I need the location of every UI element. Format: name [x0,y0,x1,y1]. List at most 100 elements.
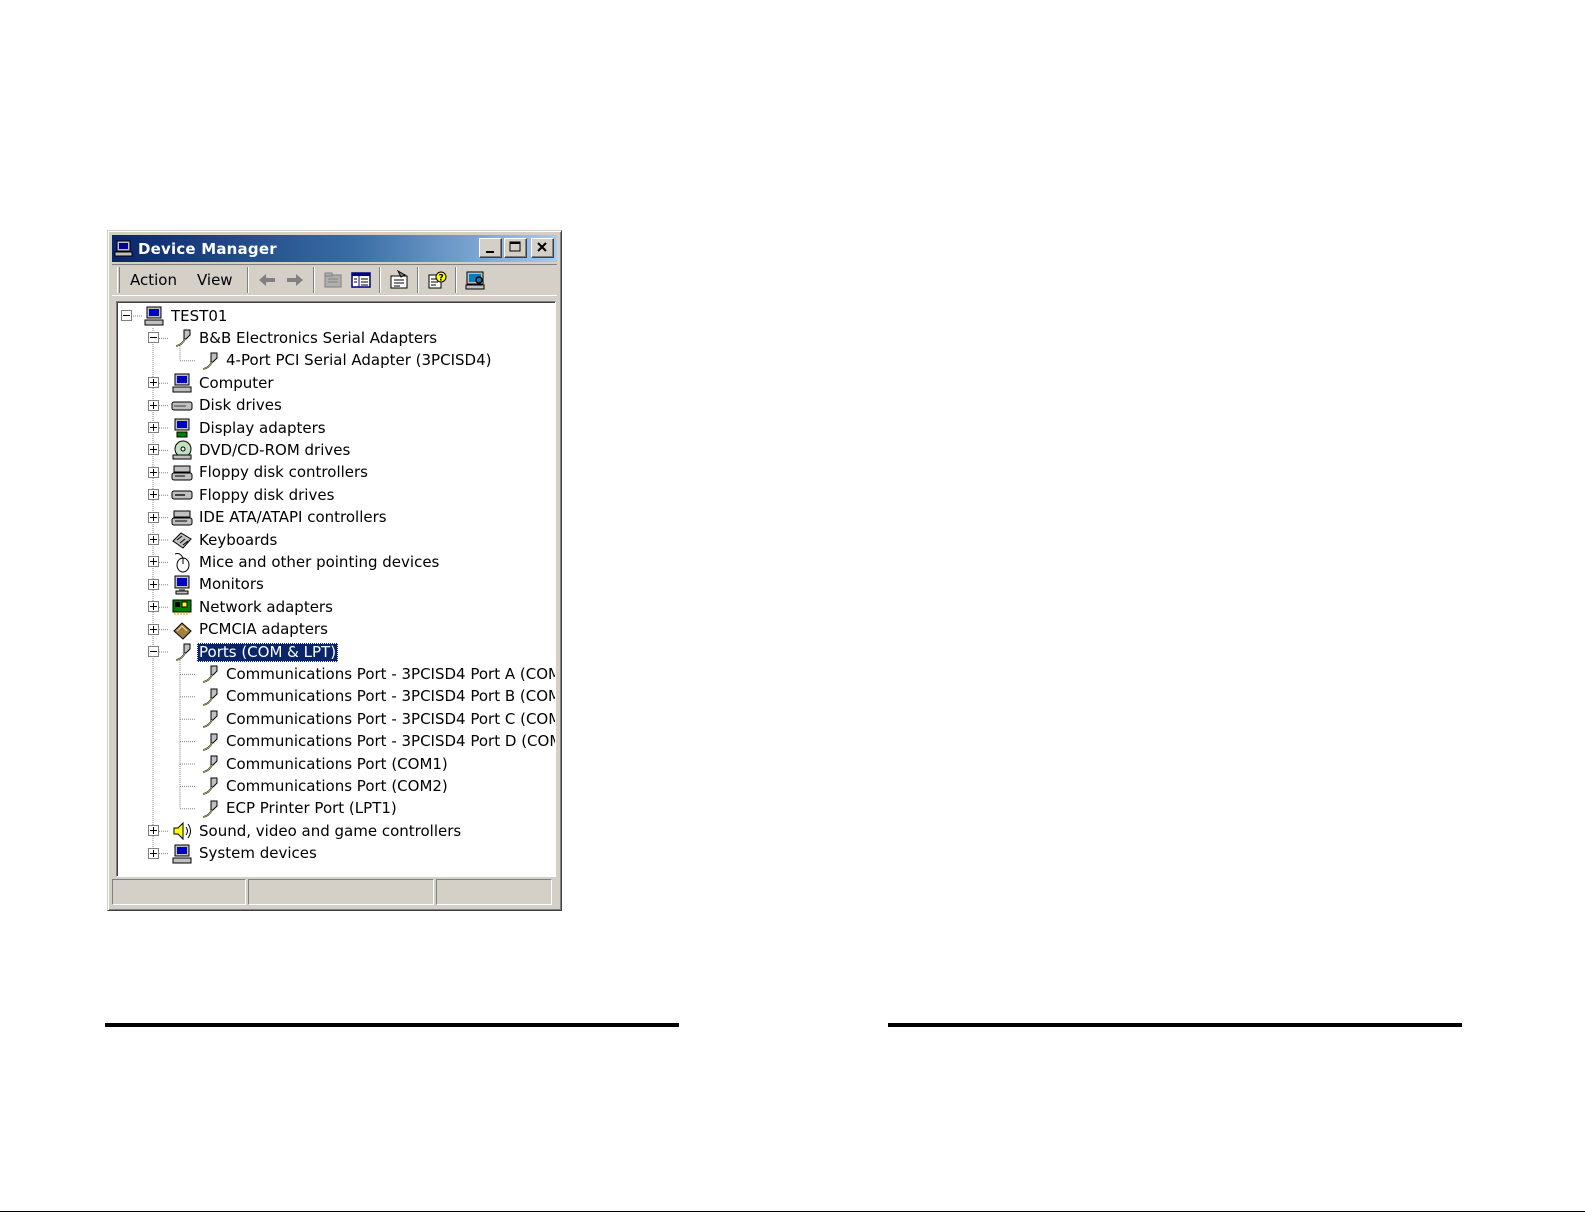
tree-node-label: Mice and other pointing devices [199,552,440,571]
tree-node-label: Network adapters [199,597,333,616]
expand-toggle-floppy-disk-drives[interactable] [148,489,159,501]
speaker-icon [173,821,191,841]
minimize-button[interactable] [479,238,502,258]
expand-toggle-system-devices[interactable] [148,847,159,859]
menu-action[interactable]: Action [120,268,187,292]
status-panel-1 [112,879,246,905]
tree-leaf-communications-port-com2[interactable]: Communications Port (COM2) [198,775,450,797]
tree-leaf-communications-port-3pcisd4-port-a-com3[interactable]: Communications Port - 3PCISD4 Port A (CO… [198,663,556,685]
tree-node-label: IDE ATA/ATAPI controllers [199,508,387,527]
serial-port-icon [202,665,218,684]
svg-text:?: ? [438,274,443,284]
cdrom-icon [172,440,192,460]
tree-node-label: Monitors [199,575,264,594]
tree-leaf-ecp-printer-port-lpt1[interactable]: ECP Printer Port (LPT1) [198,798,399,820]
expand-toggle-keyboards[interactable] [148,534,159,545]
tree-category-keyboards[interactable]: Keyboards [171,529,279,551]
tree-node-label: Disk drives [199,396,282,415]
tree-category-network-adapters[interactable]: Network adapters [171,596,335,618]
root-collapse-toggle[interactable] [121,310,132,321]
tree-category-sound-video-and-game-controllers[interactable]: Sound, video and game controllers [171,820,463,842]
tree-leaf-communications-port-3pcisd4-port-d-com6[interactable]: Communications Port - 3PCISD4 Port D (CO… [198,731,555,753]
tree-category-computer[interactable]: Computer [171,372,276,394]
tree-node-label: Keyboards [199,530,278,549]
expand-toggle-floppy-disk-controllers[interactable] [148,466,159,478]
tree-category-ide-ata-atapi-controllers[interactable]: IDE ATA/ATAPI controllers [171,507,389,529]
window-title: Device Manager [138,239,277,258]
help-button[interactable]: ? [423,267,451,293]
expand-toggle-ide-ata-atapi-controllers[interactable] [148,511,159,523]
title-bar[interactable]: Device Manager [112,235,557,262]
serial-port-icon [202,710,218,728]
toolbar-separator [312,267,315,293]
close-button[interactable] [531,238,554,258]
network-adapter-icon [172,599,192,616]
menu-view[interactable]: View [187,268,243,292]
tree-root[interactable]: TEST01 [143,305,229,327]
tree-node-label: System devices [199,844,317,863]
serial-port-icon [202,733,218,751]
properties-button[interactable] [385,267,413,293]
tree-category-pcmcia-adapters[interactable]: PCMCIA adapters [171,619,330,641]
tree-category-disk-drives[interactable]: Disk drives [171,395,284,417]
tree-leaf-4-port-pci-serial-adapter-3pcisd4[interactable]: 4-Port PCI Serial Adapter (3PCISD4) [198,350,493,372]
serial-port-icon [175,329,191,348]
serial-port-icon [175,643,191,661]
expand-toggle-mice-and-other-pointing-devices[interactable] [148,556,159,568]
tree-node-label: 4-Port PCI Serial Adapter (3PCISD4) [226,351,492,370]
expand-toggle-disk-drives[interactable] [148,399,159,411]
tree-category-mice-and-other-pointing-devices[interactable]: Mice and other pointing devices [171,551,441,573]
tree-category-display-adapters[interactable]: Display adapters [171,417,328,439]
tree-node-label: Ports (COM & LPT) [197,642,339,662]
device-manager-window: Device Manager Action View ? TEST01 B&B … [107,230,562,911]
tree-node-label: Communications Port (COM1) [226,754,448,773]
tree-node-label: Communications Port - 3PCISD4 Port C (CO… [226,709,556,728]
serial-port-icon [202,755,218,773]
folder-view-icon [324,272,342,288]
maximize-icon [509,241,521,252]
tree-leaf-communications-port-com1[interactable]: Communications Port (COM1) [198,753,450,775]
tree-node-label: Communications Port - 3PCISD4 Port A (CO… [226,664,556,683]
tree-category-dvd-cd-rom-drives[interactable]: DVD/CD-ROM drives [171,439,352,461]
tree-node-label: Communications Port - 3PCISD4 Port B (CO… [226,687,556,706]
maximize-button[interactable] [504,238,527,258]
minimize-icon [486,251,494,253]
status-panel-3 [436,879,552,905]
page-rule-right [888,1023,1462,1027]
tree-node-label: Display adapters [199,418,326,437]
tree-node-label: Sound, video and game controllers [199,821,462,840]
tree-node-label: Computer [199,373,274,392]
tree-category-b-b-electronics-serial-adapters[interactable]: B&B Electronics Serial Adapters [171,327,439,349]
expand-toggle-computer[interactable] [148,377,159,389]
back-button[interactable] [253,267,281,293]
expand-toggle-network-adapters[interactable] [148,601,159,613]
tree-category-floppy-disk-controllers[interactable]: Floppy disk controllers [171,462,370,484]
show-hide-tree-button[interactable] [347,267,375,293]
pcmcia-icon [173,621,192,640]
scan-hardware-icon [465,271,485,290]
tree-category-floppy-disk-drives[interactable]: Floppy disk drives [171,484,336,506]
tree-category-ports-com-lpt[interactable]: Ports (COM & LPT) [171,641,339,663]
tree-category-monitors[interactable]: Monitors [171,574,266,596]
forward-button[interactable] [281,267,309,293]
scan-hardware-button[interactable] [461,267,489,293]
device-tree[interactable]: TEST01 B&B Electronics Serial Adapters 4-… [116,301,556,877]
expand-toggle-display-adapters[interactable] [148,422,159,433]
device-manager-icon [114,240,133,256]
tree-category-system-devices[interactable]: System devices [171,843,319,865]
collapse-toggle-ports-com-lpt[interactable] [148,646,159,657]
help-icon: ? [428,271,447,289]
show-hide-tree-icon [350,272,371,288]
toolbar-separator [378,267,381,293]
expand-toggle-sound-video-and-game-controllers[interactable] [148,825,159,837]
expand-toggle-pcmcia-adapters[interactable] [148,623,159,635]
computer-icon [172,373,192,393]
collapse-toggle-b-b-electronics-serial-adapters[interactable] [148,332,159,344]
up-folder-button[interactable] [319,267,347,293]
status-bar [112,879,557,906]
tree-leaf-communications-port-3pcisd4-port-b-com4[interactable]: Communications Port - 3PCISD4 Port B (CO… [198,686,556,708]
display-adapter-icon [174,418,190,438]
expand-toggle-dvd-cd-rom-drives[interactable] [148,444,159,456]
expand-toggle-monitors[interactable] [148,578,159,590]
tree-leaf-communications-port-3pcisd4-port-c-com5[interactable]: Communications Port - 3PCISD4 Port C (CO… [198,708,556,730]
